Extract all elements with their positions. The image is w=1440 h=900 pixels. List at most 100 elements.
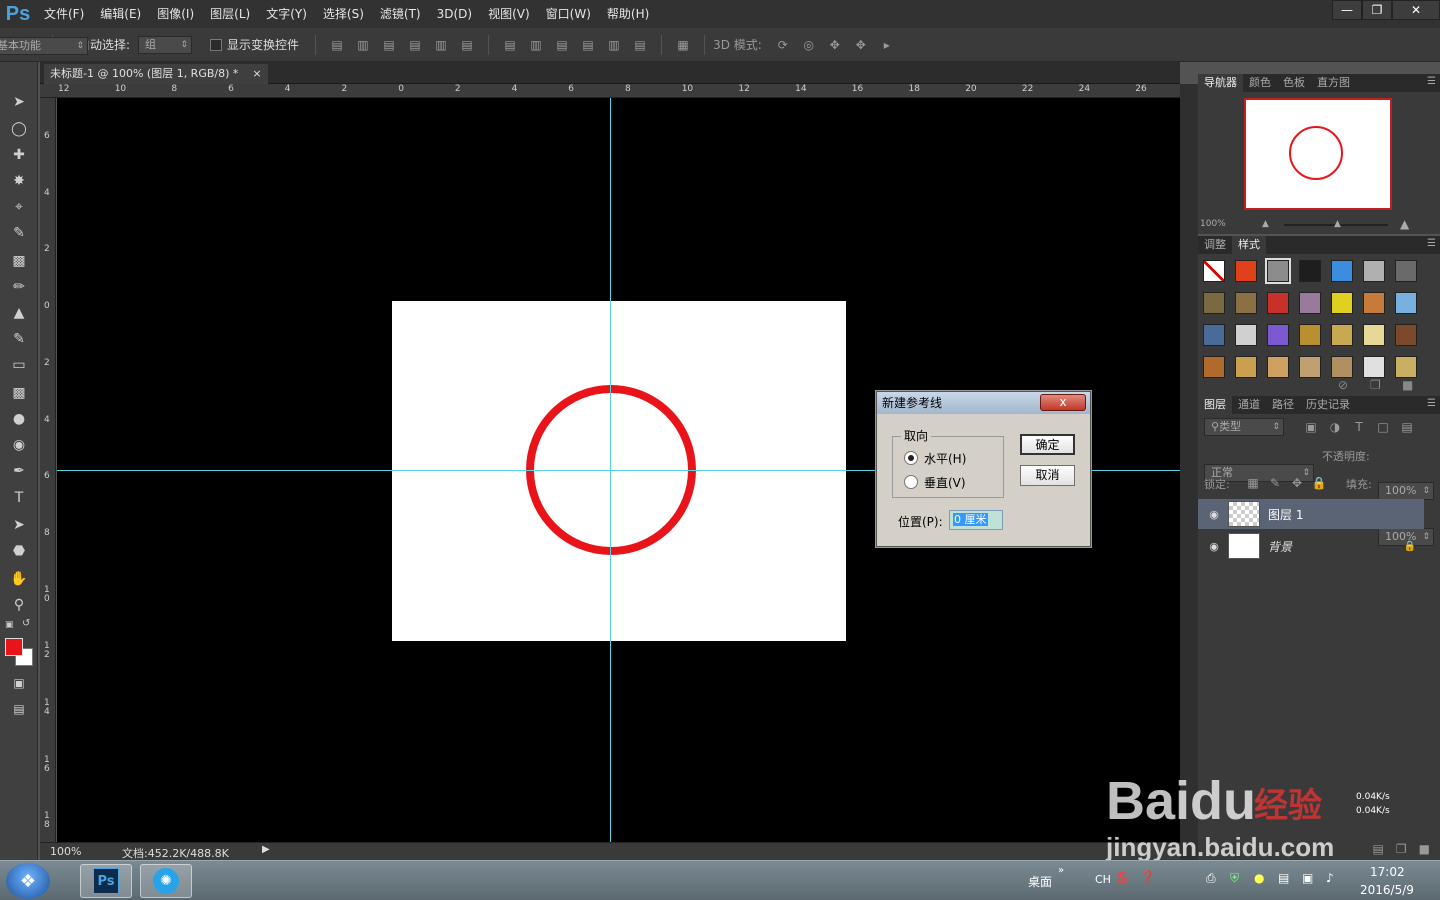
printer-icon[interactable]: ⎙ — [1206, 871, 1216, 886]
tab-adjustments[interactable]: 调整 — [1198, 236, 1232, 254]
distribute-right-icon[interactable]: ▤ — [631, 37, 649, 53]
layer-row-layer1[interactable]: ◉ 图层 1 — [1198, 499, 1424, 529]
menu-type[interactable]: 文字(Y) — [258, 0, 315, 28]
style-swatch[interactable] — [1299, 356, 1321, 378]
zoom-in-icon[interactable]: ▲ — [1400, 217, 1409, 231]
tray-network-icon[interactable]: ▤ — [1278, 871, 1289, 885]
lock-position-icon[interactable]: ✥ — [1288, 475, 1306, 491]
cancel-button[interactable]: 取消 — [1020, 465, 1075, 486]
blur-icon[interactable]: ● — [6, 408, 32, 430]
style-swatch[interactable] — [1331, 260, 1353, 282]
tray-app-icon[interactable]: ● — [1254, 871, 1264, 885]
minimize-button[interactable]: — — [1332, 0, 1362, 20]
document-canvas[interactable] — [392, 301, 846, 641]
menu-3d[interactable]: 3D(D) — [429, 0, 480, 28]
distribute-top-icon[interactable]: ▤ — [501, 37, 519, 53]
vertical-radio[interactable] — [904, 475, 918, 489]
filter-pixel-icon[interactable]: ▣ — [1302, 419, 1320, 435]
horizontal-radio[interactable] — [904, 451, 918, 465]
security-shield-icon[interactable]: ⛨ — [1230, 871, 1239, 886]
clone-stamp-icon[interactable]: ▲ — [6, 302, 32, 324]
style-swatch[interactable] — [1267, 324, 1289, 346]
tab-channels[interactable]: 通道 — [1232, 396, 1266, 414]
close-window-button[interactable]: ✕ — [1392, 0, 1440, 20]
style-swatch[interactable] — [1363, 260, 1385, 282]
style-swatch[interactable] — [1235, 260, 1257, 282]
elliptical-marquee-icon[interactable]: ◯ — [6, 118, 32, 140]
eraser-icon[interactable]: ▭ — [6, 354, 32, 376]
style-swatch[interactable] — [1363, 324, 1385, 346]
distribute-left-icon[interactable]: ▤ — [579, 37, 597, 53]
desktop-toolbar-label[interactable]: 桌面 — [1028, 873, 1052, 890]
3d-rotate-icon[interactable]: ⟳ — [774, 37, 792, 53]
auto-align-icon[interactable]: ▦ — [674, 37, 692, 53]
style-swatch[interactable] — [1299, 292, 1321, 314]
lock-pixels-icon[interactable]: ✎ — [1266, 475, 1284, 491]
style-swatch[interactable] — [1203, 356, 1225, 378]
zoom-out-icon[interactable]: ▲ — [1262, 219, 1269, 229]
magic-wand-icon[interactable]: ✸ — [6, 170, 32, 192]
ok-button[interactable]: 确定 — [1020, 434, 1075, 455]
default-colors-icon[interactable]: ▣ — [5, 620, 14, 630]
workspace-dropdown[interactable]: 基本功能 — [0, 37, 88, 55]
menu-filter[interactable]: 滤镜(T) — [372, 0, 429, 28]
3d-scale-icon[interactable]: ▸ — [878, 37, 896, 53]
tab-history[interactable]: 历史记录 — [1300, 396, 1356, 414]
style-swatch[interactable] — [1299, 324, 1321, 346]
vertical-ruler[interactable]: 6 4 2 0 2 4 6 8 10 12 14 16 18 — [40, 98, 56, 842]
zoom-level[interactable]: 100% — [50, 845, 81, 858]
crop-icon[interactable]: ⌖ — [6, 196, 32, 218]
position-input[interactable]: 0 厘米 — [949, 510, 1003, 530]
align-left-icon[interactable]: ▤ — [406, 37, 424, 53]
swap-colors-icon[interactable]: ↺ — [22, 618, 30, 629]
tab-styles[interactable]: 样式 — [1232, 236, 1266, 254]
language-indicator[interactable]: CH — [1095, 873, 1111, 886]
panel-menu-icon[interactable]: ☰ — [1427, 238, 1436, 249]
lock-transparency-icon[interactable]: ▦ — [1244, 475, 1262, 491]
style-swatch[interactable] — [1331, 292, 1353, 314]
gradient-icon[interactable]: ▩ — [6, 382, 32, 404]
layer-row-background[interactable]: ◉ 背景 🔒 — [1198, 531, 1424, 561]
new-layer-icon[interactable]: ❐ — [1396, 842, 1407, 860]
style-swatch[interactable] — [1331, 324, 1353, 346]
style-swatch[interactable] — [1267, 292, 1289, 314]
navigator-zoom-value[interactable]: 100% — [1200, 219, 1226, 229]
menu-edit[interactable]: 编辑(E) — [92, 0, 149, 28]
distribute-hcenter-icon[interactable]: ▥ — [605, 37, 623, 53]
style-swatch[interactable] — [1395, 260, 1417, 282]
style-swatch[interactable] — [1235, 356, 1257, 378]
tab-navigator[interactable]: 导航器 — [1198, 74, 1243, 92]
help-icon[interactable]: ❓ — [1140, 870, 1155, 884]
shape-tool-icon[interactable]: ⬣ — [6, 540, 32, 562]
menu-select[interactable]: 选择(S) — [315, 0, 372, 28]
align-bottom-icon[interactable]: ▤ — [380, 37, 398, 53]
screen-mode-icon[interactable]: ▤ — [6, 698, 32, 720]
layer-filter-dropdown[interactable]: ⚲类型 — [1204, 418, 1284, 436]
visibility-eye-icon[interactable]: ◉ — [1206, 540, 1222, 553]
move-tool-icon[interactable]: ➤ — [6, 91, 32, 113]
3d-roll-icon[interactable]: ◎ — [800, 37, 818, 53]
hand-icon[interactable]: ✋ — [6, 568, 32, 590]
quick-mask-icon[interactable]: ▣ — [6, 672, 32, 694]
new-style-icon[interactable]: ❐ — [1370, 378, 1381, 392]
filter-shape-icon[interactable]: □ — [1374, 419, 1392, 435]
monitor-icon[interactable]: ▣ — [1302, 871, 1313, 885]
style-swatch[interactable] — [1267, 356, 1289, 378]
lock-all-icon[interactable]: 🔒 — [1310, 475, 1328, 491]
panel-menu-icon[interactable]: ☰ — [1427, 76, 1436, 87]
start-button[interactable]: ❖ — [6, 863, 50, 899]
menu-window[interactable]: 窗口(W) — [538, 0, 599, 28]
menu-layer[interactable]: 图层(L) — [202, 0, 258, 28]
style-swatch[interactable] — [1203, 292, 1225, 314]
navigator-thumbnail[interactable] — [1244, 98, 1392, 210]
lasso-icon[interactable]: ✚ — [6, 144, 32, 166]
filter-type-icon[interactable]: T — [1350, 419, 1368, 435]
tab-paths[interactable]: 路径 — [1266, 396, 1300, 414]
taskbar-photoshop[interactable]: Ps — [80, 864, 132, 898]
filter-smart-object-icon[interactable]: ▤ — [1398, 419, 1416, 435]
eyedropper-icon[interactable]: ✎ — [6, 222, 32, 244]
clock-date[interactable]: 2016/5/9 — [1360, 883, 1414, 897]
style-swatch[interactable] — [1331, 356, 1353, 378]
info-menu-arrow-icon[interactable]: ▶ — [262, 844, 270, 855]
tab-layers[interactable]: 图层 — [1198, 396, 1232, 414]
